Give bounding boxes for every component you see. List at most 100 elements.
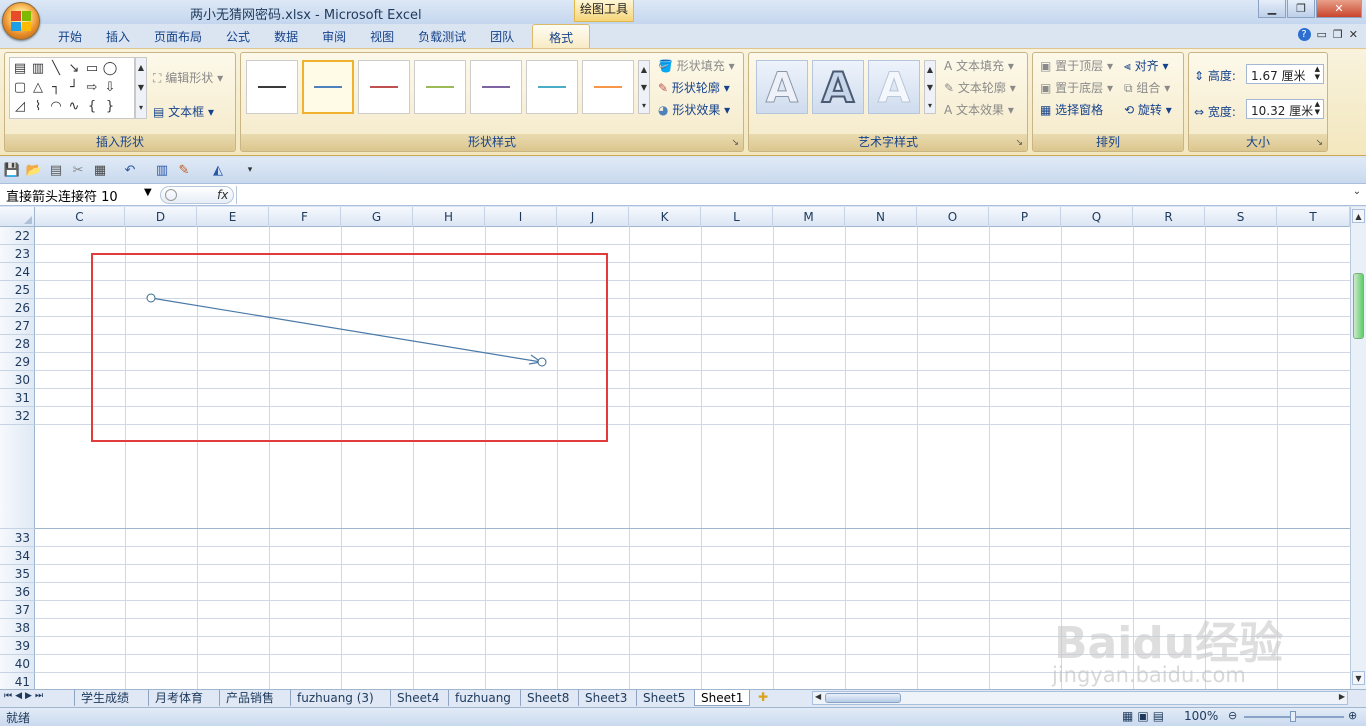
edit-icon[interactable]: ✎ (176, 162, 192, 178)
sheet-tab[interactable]: Sheet5 (636, 690, 691, 706)
sheet-tab[interactable]: Sheet8 (520, 690, 575, 706)
undo-icon[interactable]: ↶ (122, 162, 138, 178)
down-arrow-shape-icon[interactable]: ⇩ (102, 79, 118, 95)
shape-gallery[interactable]: ▤ ▥ ╲ ↘ ▭ ◯ ▢ △ ┐ ┘ ⇨ ⇩ ◿ ⌇ ◠ ∿ { } (9, 57, 135, 119)
insert-function-icon[interactable]: fx (217, 188, 228, 202)
sheet-tab[interactable]: Sheet3 (578, 690, 633, 706)
tab-team[interactable]: 团队 (478, 24, 526, 48)
page-break-view-icon[interactable]: ▤ (1153, 709, 1168, 723)
arrow-line-shape-icon[interactable]: ↘ (66, 60, 82, 76)
select-all-corner[interactable] (0, 207, 35, 227)
sheet-tab[interactable]: 学生成绩 (74, 690, 135, 706)
table-icon[interactable]: ▦ (92, 162, 108, 178)
rectangle-shape-icon[interactable]: ▭ (84, 60, 100, 76)
shape-style-swatch[interactable] (582, 60, 634, 114)
formula-expand-button[interactable]: ⌄ (1350, 186, 1364, 204)
column-header-k[interactable]: K (629, 207, 701, 227)
line-shape-icon[interactable]: ╲ (48, 60, 64, 76)
dialog-launcher-icon[interactable]: ↘ (1015, 138, 1023, 148)
horizontal-scroll-thumb[interactable] (825, 693, 901, 703)
align-button[interactable]: ⫷ 对齐 ▾ (1124, 57, 1168, 74)
left-brace-shape-icon[interactable]: { (84, 99, 100, 115)
tab-insert[interactable]: 插入 (94, 24, 142, 48)
text-box-button[interactable]: ▤ 文本框 ▾ (153, 103, 214, 120)
column-header-l[interactable]: L (701, 207, 773, 227)
column-header-r[interactable]: R (1133, 207, 1205, 227)
right-brace-shape-icon[interactable]: } (102, 99, 118, 115)
elbow-connector-icon[interactable]: ┐ (48, 79, 64, 95)
text-box-shape-icon[interactable]: ▤ (12, 60, 28, 76)
column-header-e[interactable]: E (197, 207, 269, 227)
tab-review[interactable]: 审阅 (310, 24, 358, 48)
tab-format[interactable]: 格式 (532, 24, 591, 48)
name-box[interactable]: 直接箭头连接符 10 (2, 185, 158, 205)
sheet-tab[interactable]: Sheet4 (390, 690, 445, 706)
format-painter-icon[interactable]: ✂ (70, 162, 86, 178)
zoom-in-icon[interactable]: ⊕ (1348, 709, 1357, 722)
scribble-shape-icon[interactable]: ⌇ (30, 99, 46, 115)
column-header-o[interactable]: O (917, 207, 989, 227)
triangle-shape-icon[interactable]: △ (30, 79, 46, 95)
height-input[interactable]: 1.67 厘米 ▲ ▼ (1246, 64, 1324, 84)
tab-formulas[interactable]: 公式 (214, 24, 262, 48)
wordart-style-1[interactable]: A (756, 60, 808, 114)
dialog-launcher-icon[interactable]: ↘ (731, 138, 739, 148)
worksheet-grid[interactable]: 22 23 24 25 26 27 28 29 30 31 32 33 34 3… (0, 227, 1350, 689)
page-layout-view-icon[interactable]: ▣ (1137, 709, 1152, 723)
open-folder-icon[interactable]: 📂 (26, 162, 42, 178)
text-outline-button[interactable]: ✎ 文本轮廓 ▾ (944, 79, 1016, 96)
wordart-gallery-scroll[interactable]: ▲ ▼ ▾ (924, 60, 936, 114)
sheet-tab[interactable]: fuzhuang (3) (290, 690, 380, 706)
shape-effects-button[interactable]: ◕ 形状效果 ▾ (658, 101, 730, 118)
sheet-tab-active[interactable]: Sheet1 (694, 690, 751, 706)
scroll-left-arrow-icon[interactable]: ◀ (815, 692, 821, 701)
text-fill-button[interactable]: A 文本填充 ▾ (944, 57, 1014, 74)
column-header-q[interactable]: Q (1061, 207, 1133, 227)
shape-fill-button[interactable]: 🪣 形状填充 ▾ (658, 57, 735, 74)
zoom-out-icon[interactable]: ⊖ (1228, 709, 1237, 722)
width-input[interactable]: 10.32 厘米 ▲ ▼ (1246, 99, 1324, 119)
scroll-up-arrow-icon[interactable]: ▲ (1352, 209, 1365, 223)
bring-to-front-button[interactable]: ▣ 置于顶层 ▾ (1040, 57, 1113, 74)
style-gallery-scroll[interactable]: ▲ ▼ ▾ (638, 60, 650, 114)
sheet-tab[interactable]: fuzhuang (448, 690, 517, 706)
rounded-rect-shape-icon[interactable]: ▢ (12, 79, 28, 95)
shape-style-swatch[interactable] (526, 60, 578, 114)
column-header-t[interactable]: T (1277, 207, 1350, 227)
zoom-level[interactable]: 100% (1184, 709, 1218, 723)
office-button[interactable] (2, 2, 40, 40)
right-arrow-shape-icon[interactable]: ⇨ (84, 79, 100, 95)
shape-style-swatch[interactable] (470, 60, 522, 114)
chart-icon[interactable]: ▥ (154, 162, 170, 178)
rotate-button[interactable]: ⟲ 旋转 ▾ (1124, 101, 1172, 118)
formula-expand-icon[interactable] (165, 189, 177, 201)
wordart-style-3[interactable]: A (868, 60, 920, 114)
scroll-down-arrow-icon[interactable]: ▼ (1352, 671, 1365, 685)
dialog-launcher-icon[interactable]: ↘ (1315, 138, 1323, 148)
vertical-text-box-shape-icon[interactable]: ▥ (30, 60, 46, 76)
customize-qat-icon[interactable]: ▾ (242, 162, 258, 178)
ribbon-minimize-icon[interactable]: ▭ (1317, 28, 1327, 41)
group-button[interactable]: ⧉ 组合 ▾ (1124, 79, 1170, 96)
ribbon-restore-icon[interactable]: ❐ (1333, 28, 1343, 41)
name-box-dropdown-icon[interactable]: ▼ (144, 187, 152, 198)
freeform-shape-icon[interactable]: ◿ (12, 99, 28, 115)
tab-view[interactable]: 视图 (358, 24, 406, 48)
column-header-c[interactable]: C (35, 207, 125, 227)
tab-home[interactable]: 开始 (46, 24, 94, 48)
oval-shape-icon[interactable]: ◯ (102, 60, 118, 76)
column-header-s[interactable]: S (1205, 207, 1277, 227)
sheet-nav-arrows-icon[interactable]: ⏮◀▶⏭ (4, 691, 46, 701)
close-button[interactable]: ✕ (1316, 0, 1362, 18)
tab-page-layout[interactable]: 页面布局 (142, 24, 214, 48)
shape-outline-button[interactable]: ✎ 形状轮廓 ▾ (658, 79, 730, 96)
shape-style-swatch-selected[interactable] (302, 60, 354, 114)
print-preview-icon[interactable]: ▤ (48, 162, 64, 178)
save-icon[interactable]: 💾 (4, 162, 20, 178)
send-to-back-button[interactable]: ▣ 置于底层 ▾ (1040, 79, 1113, 96)
scroll-thumb[interactable] (1353, 273, 1364, 339)
column-header-f[interactable]: F (269, 207, 341, 227)
shape-gallery-scroll[interactable]: ▲ ▼ ▾ (135, 57, 147, 119)
column-header-g[interactable]: G (341, 207, 413, 227)
normal-view-icon[interactable]: ▦ (1122, 709, 1137, 723)
